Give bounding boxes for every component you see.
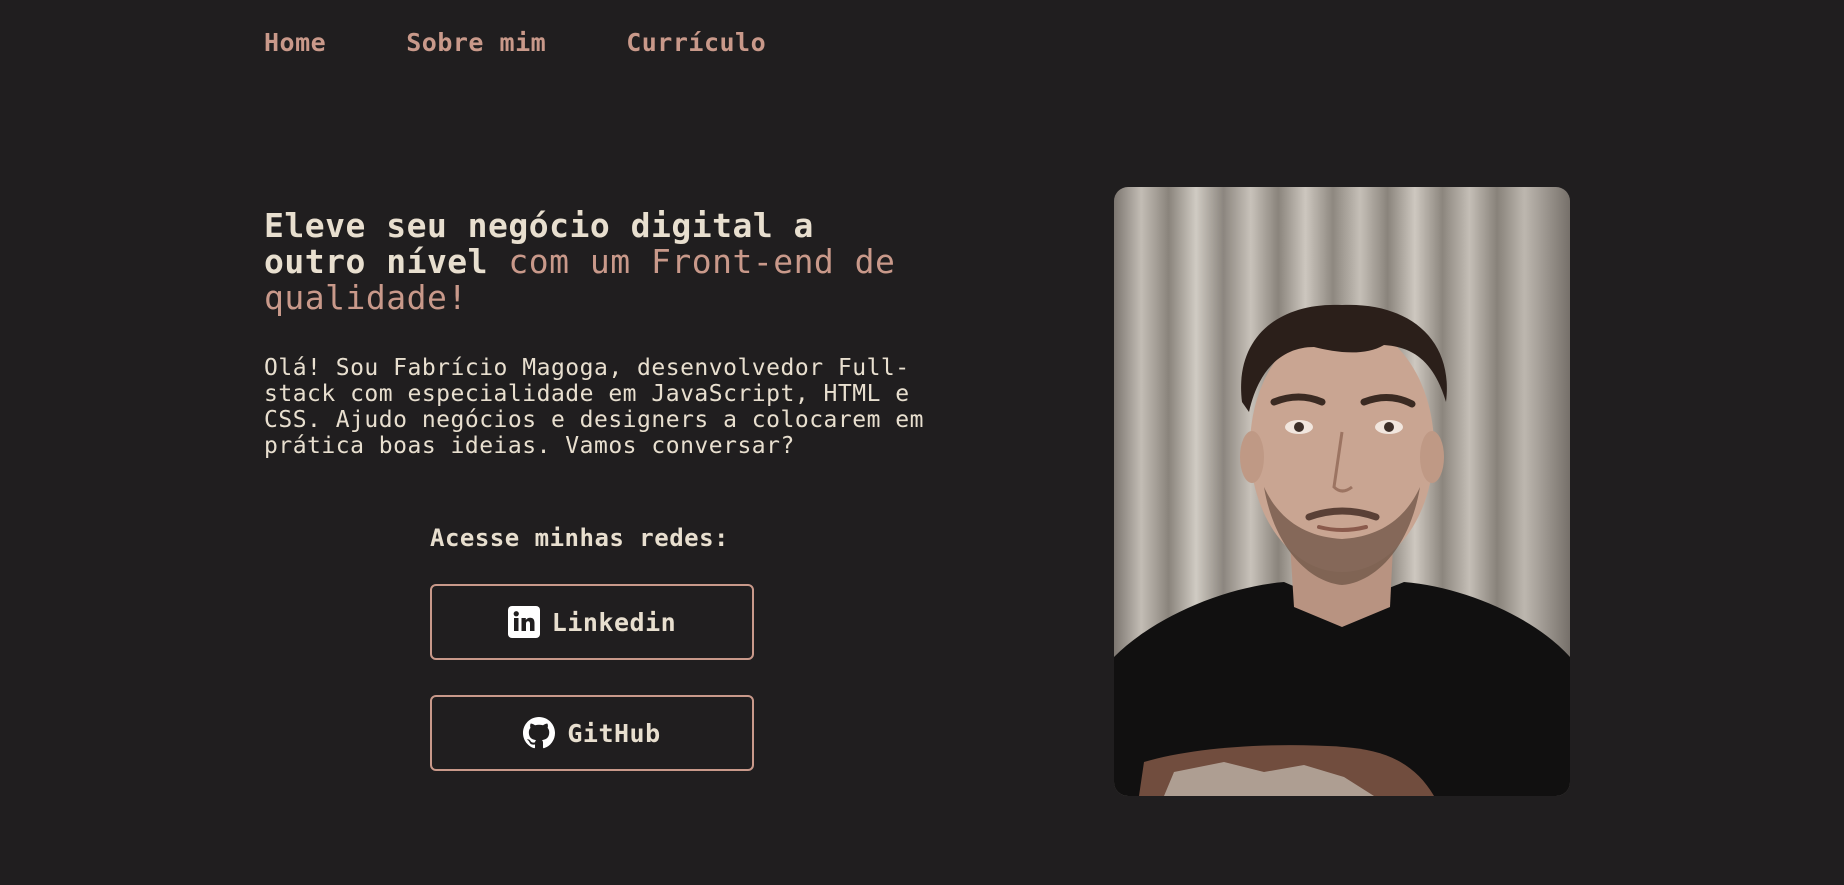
- intro-text: Olá! Sou Fabrício Magoga, desenvolvedor …: [264, 355, 924, 459]
- linkedin-button[interactable]: Linkedin: [430, 584, 754, 660]
- main-nav: Home Sobre mim Currículo: [264, 28, 766, 57]
- hero-headline: Eleve seu negócio digital a outro nível …: [264, 208, 904, 316]
- linkedin-icon: [507, 606, 540, 638]
- networks-label: Acesse minhas redes:: [430, 524, 729, 552]
- nav-link-about[interactable]: Sobre mim: [406, 28, 546, 57]
- github-icon: [523, 717, 556, 749]
- linkedin-label: Linkedin: [551, 607, 677, 637]
- profile-photo: [1114, 187, 1570, 796]
- github-button[interactable]: GitHub: [430, 695, 754, 771]
- page: Home Sobre mim Currículo Eleve seu negóc…: [0, 0, 1844, 885]
- profile-photo-illustration: [1114, 304, 1570, 796]
- nav-link-resume[interactable]: Currículo: [626, 28, 766, 57]
- github-label: GitHub: [567, 718, 661, 748]
- nav-link-home[interactable]: Home: [264, 28, 326, 57]
